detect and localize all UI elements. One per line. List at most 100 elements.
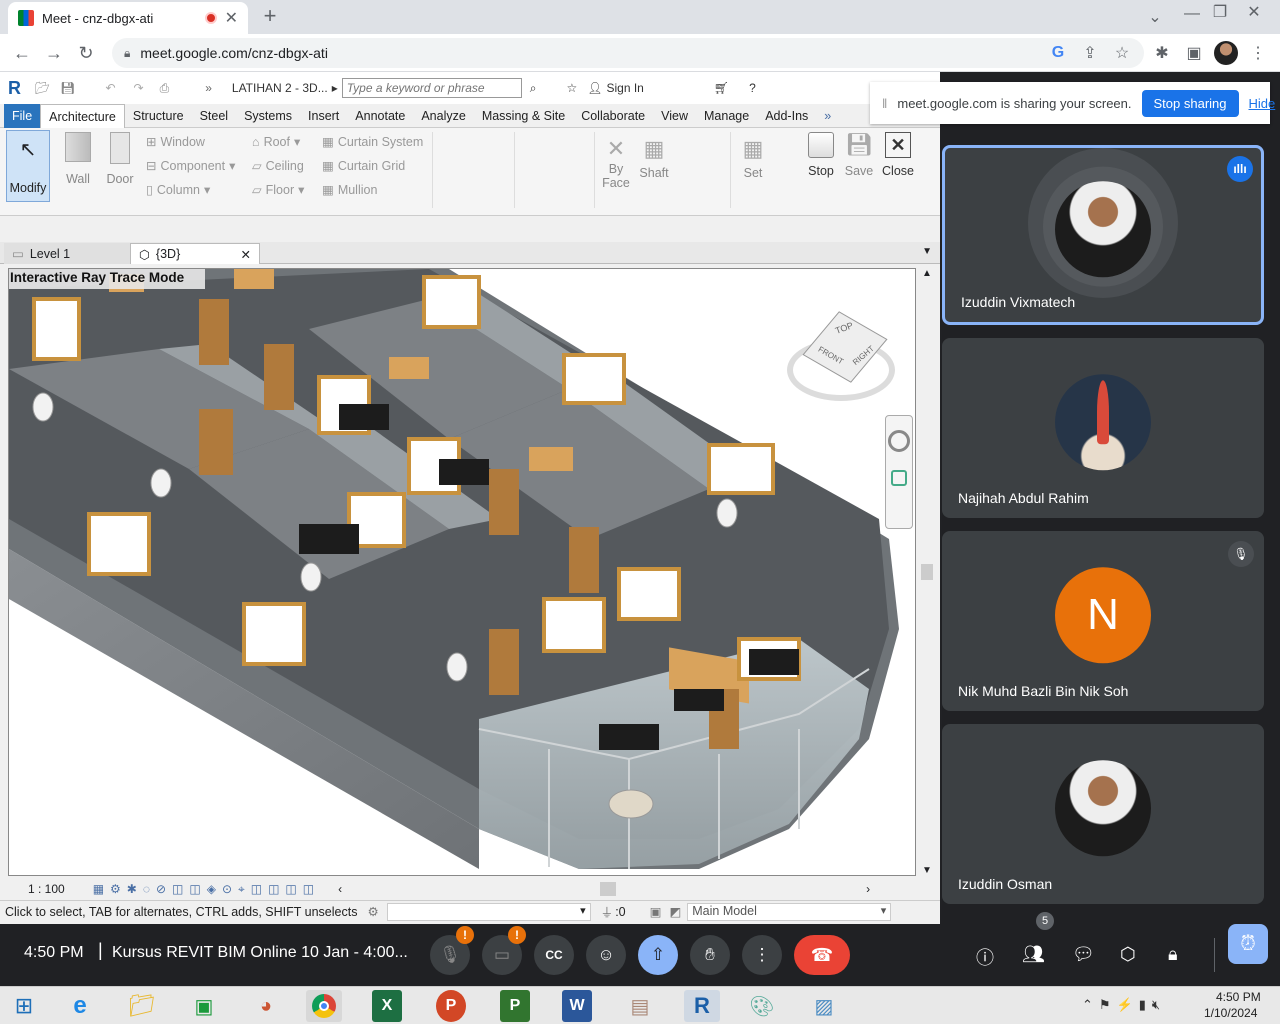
ribbon-tab-add-ins[interactable]: Add-Ins [757,104,816,128]
map-app-icon[interactable]: ▤ [622,990,658,1022]
forward-button[interactable]: → [42,42,66,64]
3d-view-canvas[interactable]: Interactive Ray Trace Mode TOP FRONT RIG… [8,268,916,876]
ribbon-tab-structure[interactable]: Structure [125,104,192,128]
editable-only-icon[interactable]: ▣ [650,904,662,919]
side-panel-icon[interactable]: ▣ [1184,43,1204,63]
color-picker-app-icon[interactable]: ◕ [248,990,284,1022]
tab-3d[interactable]: ⬡ {3D} ✕ [130,243,260,264]
workset-select[interactable]: ▾ [386,902,591,921]
cart-icon[interactable]: 🛒︎ [714,81,729,95]
activities-icon[interactable]: ⬡ [1120,944,1136,965]
tab-search-chevron-icon[interactable]: ⌄ [1146,8,1164,26]
project-icon[interactable]: P [500,990,530,1022]
participant-tile[interactable]: N 🎙︎ Nik Muhd Bazli Bin Nik Soh [942,531,1264,711]
filter-icon[interactable]: ⏚ [601,902,614,921]
raise-hand-button[interactable]: ✋︎ [690,935,730,975]
revit-taskbar-icon[interactable]: R [684,990,720,1022]
participant-tile[interactable]: ıllı Izuddin Vixmatech [942,145,1264,325]
profile-avatar[interactable] [1214,41,1238,65]
roof-button[interactable]: ⌂ Roof ▾ [252,134,300,150]
help-icon[interactable]: ? [749,81,756,95]
close-window-button[interactable]: ✕ [1242,2,1266,22]
curtain-grid-button[interactable]: ▦ Curtain Grid [322,158,405,174]
address-bar[interactable]: 🔒︎ meet.google.com/cnz-dbgx-ati [112,38,1144,68]
view-controls-icons[interactable]: ▦⚙✱◌⊘◫◫◈⊙⌖◫◫◫◫ [93,882,320,897]
shaft-button[interactable]: ▦ Shaft [636,136,672,180]
browser-tab[interactable]: Meet - cnz-dbgx-ati ✕ [8,2,248,34]
google-icon[interactable]: G [1048,43,1068,63]
more-tools-icon[interactable]: » [205,81,212,95]
mullion-button[interactable]: ▦ Mullion [322,182,377,198]
new-tab-button[interactable]: + [258,3,282,28]
more-options-button[interactable]: ⋮ [742,935,782,975]
save-view-button[interactable]: 💾︎ Save [842,132,876,178]
ribbon-tab-systems[interactable]: Systems [236,104,300,128]
excel-icon[interactable]: X [372,990,402,1022]
worksharing-icon[interactable]: ⚙ [367,904,378,919]
ribbon-tab-collaborate[interactable]: Collaborate [573,104,653,128]
by-face-button[interactable]: ✕ By Face [600,136,632,190]
save-icon[interactable]: 💾︎ [60,81,75,95]
open-icon[interactable]: 📂︎ [35,81,50,95]
meeting-info-icon[interactable]: ⓘ [976,944,994,970]
people-icon[interactable]: 👥︎ [1022,944,1045,965]
paint-icon[interactable]: 🎨︎ [744,990,780,1022]
steering-wheel-icon[interactable] [888,430,910,452]
timer-alarm-button[interactable]: ⏰︎ [1228,924,1268,964]
revit-search-input[interactable] [341,78,522,98]
emoji-button[interactable]: ☺ [586,935,626,975]
ribbon-tab-view[interactable]: View [653,104,696,128]
close-tab-icon[interactable]: ✕ [225,8,238,28]
revit-logo-icon[interactable]: R [8,78,21,99]
ribbon-tab-steel[interactable]: Steel [192,104,237,128]
favorite-star-icon[interactable]: ☆ [566,81,577,95]
scroll-up-arrow-icon[interactable]: ▲ [918,268,936,279]
ribbon-tab-annotate[interactable]: Annotate [347,104,413,128]
hscroll-left-arrow-icon[interactable]: ‹ [338,882,342,896]
scroll-down-arrow-icon[interactable]: ▼ [918,865,936,876]
chat-icon[interactable]: 💬︎ [1072,944,1095,965]
word-icon[interactable]: W [562,990,592,1022]
scroll-thumb[interactable] [921,564,933,580]
store-icon[interactable]: ▣ [186,990,222,1022]
host-controls-lock-icon[interactable]: 🔒︎ [1168,944,1178,965]
hscroll-right-arrow-icon[interactable]: › [866,882,870,896]
ribbon-tab-analyze[interactable]: Analyze [413,104,473,128]
scale-selector[interactable]: 1 : 100 [28,882,65,896]
back-button[interactable]: ← [10,42,34,64]
ribbon-more-tabs-icon[interactable]: » [816,104,839,128]
ribbon-tab-file[interactable]: File [4,103,41,128]
curtain-system-button[interactable]: ▦ Curtain System [322,134,423,150]
browser-menu-icon[interactable]: ⋮ [1248,43,1268,63]
redo-icon[interactable]: ↷ [134,81,144,95]
bookmark-star-icon[interactable]: ☆ [1112,43,1132,63]
ribbon-tab-architecture[interactable]: Architecture [40,103,125,128]
ribbon-tab-insert[interactable]: Insert [300,104,347,128]
hide-link[interactable]: Hide [1249,96,1276,111]
tabs-dropdown-icon[interactable]: ▼ [922,246,932,257]
present-button[interactable]: ⇧ [638,935,678,975]
ceiling-button[interactable]: ▱ Ceiling [252,158,304,174]
minimize-window-button[interactable]: — [1180,4,1204,24]
binoculars-icon[interactable]: ⌕ [530,81,537,96]
extensions-puzzle-icon[interactable]: ✱ [1152,43,1172,63]
start-windows-icon[interactable]: ⊞ [6,990,42,1022]
ribbon-tab-manage[interactable]: Manage [696,104,757,128]
chrome-icon[interactable] [306,990,342,1022]
ribbon-tab-massing-site[interactable]: Massing & Site [474,104,573,128]
viewcube[interactable]: TOP FRONT RIGHT [787,309,895,405]
drag-handle-icon[interactable]: ‖ [882,96,887,111]
photos-icon[interactable]: ▨ [806,990,842,1022]
window-button[interactable]: ⊞ Window [146,134,205,150]
wall-button[interactable]: Wall [62,132,94,186]
door-button[interactable]: Door [104,132,136,186]
horizontal-scrollbar[interactable] [350,882,850,896]
tab-level-1[interactable]: ▭ Level 1 [4,243,130,264]
captions-button[interactable]: CC [534,935,574,975]
reload-button[interactable]: ↻ [74,42,98,64]
participant-tile[interactable]: Izuddin Osman [942,724,1264,904]
powerpoint-icon[interactable]: P [436,990,466,1022]
model-select[interactable]: Main Model ▾ [687,902,892,921]
design-options-icon[interactable]: ◩ [669,904,681,919]
undo-icon[interactable]: ↶ [105,81,115,95]
